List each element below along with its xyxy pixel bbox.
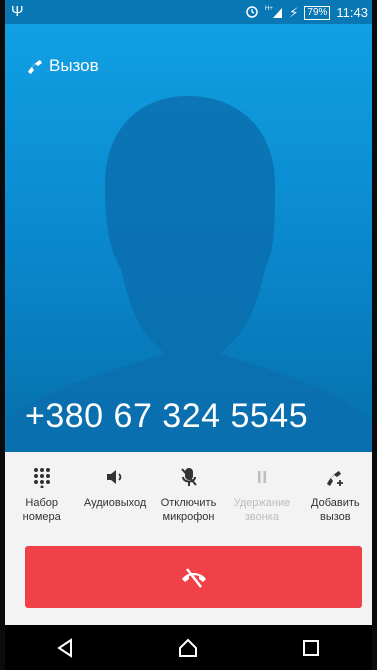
speaker-label-line1: Аудиовыход (83, 497, 147, 509)
phone-number: +380 67 324 5545 (25, 397, 309, 435)
call-info-area: Вызов +380 67 324 5545 (5, 24, 372, 452)
speaker-label: Аудиовыход (84, 496, 146, 510)
mute-label-line1: Отключить (160, 497, 217, 509)
call-actions: Набор номера Аудиовыход Отключить микрофон… (5, 452, 372, 542)
add-call-button[interactable]: Добавить вызов (299, 452, 372, 542)
back-button[interactable] (41, 628, 91, 668)
dialpad-label: Набор номера (23, 496, 61, 524)
home-button[interactable] (163, 628, 213, 668)
signal-icon: H+ (265, 4, 283, 21)
dialpad-label-line2: номера (22, 511, 61, 523)
add-call-label-line1: Добавить (311, 497, 360, 509)
alarm-icon (245, 4, 259, 21)
speaker-button[interactable]: Аудиовыход (78, 452, 151, 542)
phone-screen: Ψ H+ ⚡ 79% 11:43 Вызов +380 67 324 5545 (5, 0, 372, 670)
dialpad-icon (31, 458, 53, 496)
hold-button[interactable]: Удержание звонка (225, 452, 298, 542)
dialpad-button[interactable]: Набор номера (5, 452, 78, 542)
mute-label: Отключить микрофон (161, 496, 217, 524)
call-status: Вызов (25, 56, 99, 76)
hold-label-line1: Удержание (233, 497, 291, 509)
home-icon (179, 638, 198, 657)
end-call-button[interactable] (25, 546, 362, 608)
mute-mic-icon (178, 458, 200, 496)
phone-icon (28, 60, 42, 74)
contact-silhouette-icon (5, 96, 372, 452)
hold-label-line2: звонка (244, 511, 279, 523)
end-call-area (5, 542, 372, 625)
recents-icon (302, 639, 319, 656)
hold-label: Удержание звонка (234, 496, 291, 524)
charging-icon: ⚡ (289, 4, 299, 20)
add-call-label-line2: вызов (320, 511, 351, 523)
usb-icon: Ψ (11, 3, 24, 20)
status-icons: H+ ⚡ 79% 11:43 (245, 4, 368, 21)
mute-label-line2: микрофон (162, 511, 215, 523)
back-icon (57, 637, 73, 658)
svg-text:H+: H+ (265, 6, 273, 12)
navigation-bar (5, 625, 372, 670)
add-call-label: Добавить вызов (311, 496, 360, 524)
battery-icon: 79% (304, 5, 331, 20)
mute-button[interactable]: Отключить микрофон (152, 452, 225, 542)
end-call-icon (181, 568, 206, 588)
add-call-icon (324, 458, 346, 496)
pause-icon (251, 458, 273, 496)
speaker-icon (104, 458, 126, 496)
call-label: Вызов (49, 56, 99, 75)
status-bar: Ψ H+ ⚡ 79% 11:43 (5, 0, 372, 24)
clock-time: 11:43 (336, 5, 368, 20)
recents-button[interactable] (286, 628, 336, 668)
dialpad-label-line1: Набор (25, 497, 58, 509)
